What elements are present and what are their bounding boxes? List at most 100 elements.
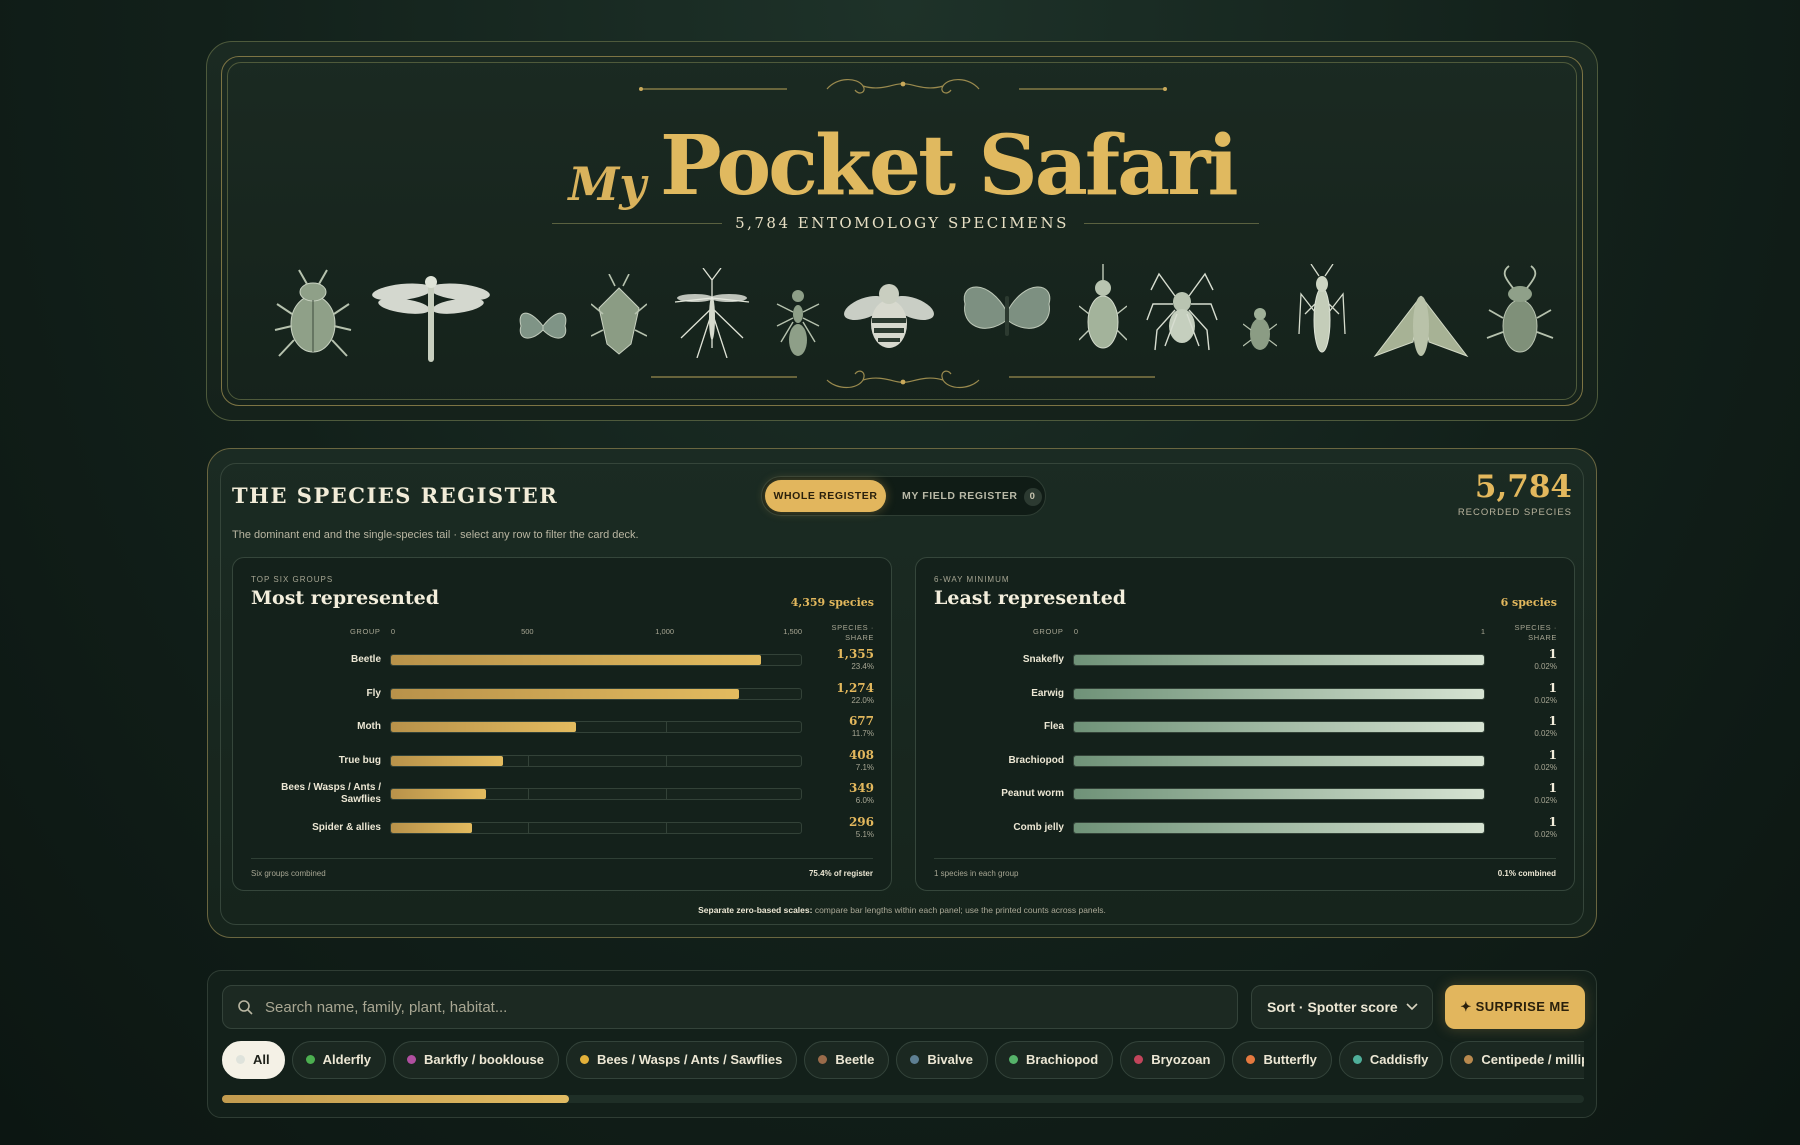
total-species-label: RECORDED SPECIES — [1457, 507, 1572, 518]
panel-kicker: 6-WAY MINIMUM — [934, 575, 1010, 584]
sort-dropdown[interactable]: Sort · Spotter score — [1251, 985, 1433, 1029]
search-icon — [238, 1000, 253, 1015]
weevil-icon — [1079, 264, 1127, 349]
chip-color-dot — [818, 1055, 828, 1064]
total-species-number: 5,784 — [1474, 469, 1572, 505]
specimen-count-subtitle: 5,784 ENTOMOLOGY SPECIMENS — [735, 214, 1069, 232]
search-input[interactable] — [265, 986, 1215, 1028]
bee-icon — [844, 284, 934, 348]
sort-label: Sort · Spotter score — [1267, 999, 1398, 1015]
scale-note-text: compare bar lengths within each panel; u… — [812, 905, 1106, 915]
bar-gridline — [528, 755, 530, 766]
shield-bug-icon — [591, 274, 647, 355]
axis-tick-label: 0 — [1073, 627, 1079, 636]
panel-footer: Six groups combined 75.4% of register — [251, 858, 873, 878]
register-title: THE SPECIES REGISTER — [232, 483, 559, 508]
chip-scrollbar[interactable] — [222, 1095, 1584, 1103]
filter-chip-barkfly-booklouse[interactable]: Barkfly / booklouse — [393, 1041, 559, 1079]
filter-bar: Sort · Spotter score ✦ SURPRISE ME AllAl… — [207, 970, 1597, 1118]
panel-kicker: TOP SIX GROUPS — [251, 575, 334, 584]
species-share: 0.02% — [1534, 695, 1557, 705]
chip-color-dot — [236, 1055, 245, 1064]
filter-chip-bryozoan[interactable]: Bryozoan — [1120, 1041, 1226, 1079]
scale-note-bold: Separate zero-based scales: — [698, 905, 813, 915]
mosquito-icon — [674, 268, 750, 358]
panel-title: Least represented — [934, 587, 1127, 609]
chip-scrollbar-thumb[interactable] — [222, 1095, 569, 1103]
bar-gridline — [665, 722, 667, 733]
chip-label: Butterfly — [1263, 1052, 1317, 1067]
bar-track — [390, 654, 802, 666]
field-register-tab[interactable]: MY FIELD REGISTER 0 — [902, 480, 1042, 512]
bar-track — [1073, 822, 1485, 834]
species-share: 23.4% — [851, 662, 874, 671]
filter-chip-centipede-millipede[interactable]: Centipede / millipede — [1450, 1041, 1584, 1079]
field-register-count-badge: 0 — [1023, 488, 1042, 506]
filter-chip-caddisfly[interactable]: Caddisfly — [1338, 1041, 1444, 1079]
species-count: 1 — [1548, 647, 1557, 661]
chip-color-dot — [1246, 1055, 1256, 1064]
bar-label: Spider & allies — [312, 822, 381, 833]
species-count: 408 — [848, 747, 874, 762]
bar-value: 1 0.02% — [1487, 715, 1557, 739]
small-butterfly-icon — [519, 312, 567, 339]
bar-value: 1 0.02% — [1487, 648, 1557, 672]
chip-label: Brachiopod — [1025, 1052, 1099, 1067]
scale-note: Separate zero-based scales: compare bar … — [208, 905, 1596, 915]
chip-label: Beetle — [835, 1052, 875, 1067]
filter-chip-bees-wasps-ants-sawflies[interactable]: Bees / Wasps / Ants / Sawflies — [565, 1041, 798, 1079]
bar-track — [390, 754, 802, 767]
bar-label: Brachiopod — [1008, 754, 1064, 766]
species-share: 22.0% — [851, 695, 874, 705]
filter-chip-all[interactable]: All — [222, 1041, 285, 1079]
bar-gridline — [528, 789, 530, 800]
species-count: 349 — [848, 781, 874, 796]
species-register-card: THE SPECIES REGISTER The dominant end an… — [207, 448, 1597, 938]
bar-track — [390, 788, 802, 801]
field-register-label: MY FIELD REGISTER — [902, 490, 1018, 502]
bar-label: Moth — [357, 721, 381, 733]
chip-label: Alderfly — [322, 1052, 372, 1067]
chip-color-dot — [1464, 1055, 1474, 1064]
filter-chip-butterfly[interactable]: Butterfly — [1232, 1041, 1332, 1079]
least-represented-panel: 6-WAY MINIMUM Least represented 6 species G… — [915, 557, 1575, 891]
top-ornament-icon — [639, 79, 1167, 94]
axis-tick-label: 0 — [390, 627, 396, 636]
register-description: The dominant end and the single-species … — [232, 529, 639, 541]
value-column-header: SPECIES · SHARE — [831, 623, 874, 642]
bar-value: 1,274 22.0% — [804, 681, 874, 706]
bar-fill — [1074, 655, 1484, 665]
bar-gridline — [528, 823, 530, 833]
bar-track — [1073, 721, 1485, 734]
bar-value: 1,355 23.4% — [804, 648, 874, 672]
total-species: 5,784 RECORDED SPECIES — [1458, 469, 1572, 518]
filter-chip-bivalve[interactable]: Bivalve — [896, 1041, 988, 1079]
chip-label: Bryozoan — [1151, 1052, 1211, 1067]
bottom-ornament-icon — [651, 370, 1155, 389]
bar-value: 1 0.02% — [1487, 681, 1557, 706]
chip-color-dot — [1134, 1055, 1144, 1064]
bar-value: 296 5.1% — [804, 816, 874, 840]
most-represented-panel: TOP SIX GROUPS Most represented 4,359 spec… — [232, 557, 892, 891]
filter-chip-beetle[interactable]: Beetle — [804, 1041, 890, 1079]
dragonfly-icon — [372, 276, 490, 362]
species-count: 1 — [1548, 815, 1557, 829]
spider-icon — [1146, 272, 1218, 351]
group-column-header: GROUP — [350, 627, 381, 636]
species-share: 6.0% — [855, 796, 874, 806]
bar-fill — [391, 655, 762, 665]
panel-title: Most represented — [251, 587, 440, 609]
bar-value: 1 0.02% — [1487, 748, 1557, 773]
bar-fill — [391, 823, 472, 833]
whole-register-tab[interactable]: WHOLE REGISTER — [765, 480, 886, 512]
species-share: 0.02% — [1534, 662, 1557, 671]
small-beetle-icon — [1243, 308, 1277, 350]
filter-chip-brachiopod[interactable]: Brachiopod — [994, 1041, 1114, 1079]
bar-gridline — [665, 823, 667, 833]
filter-chip-alderfly[interactable]: Alderfly — [291, 1041, 387, 1079]
app-title: My Pocket Safari — [568, 118, 1238, 214]
surprise-me-button[interactable]: ✦ SURPRISE ME — [1445, 985, 1585, 1029]
panel-footer-left: Six groups combined — [251, 869, 326, 878]
group-column-header: GROUP — [1033, 627, 1064, 636]
group-chip-list: All Alderfly Barkfly / booklouse Bees / Was… — [222, 1041, 1584, 1083]
